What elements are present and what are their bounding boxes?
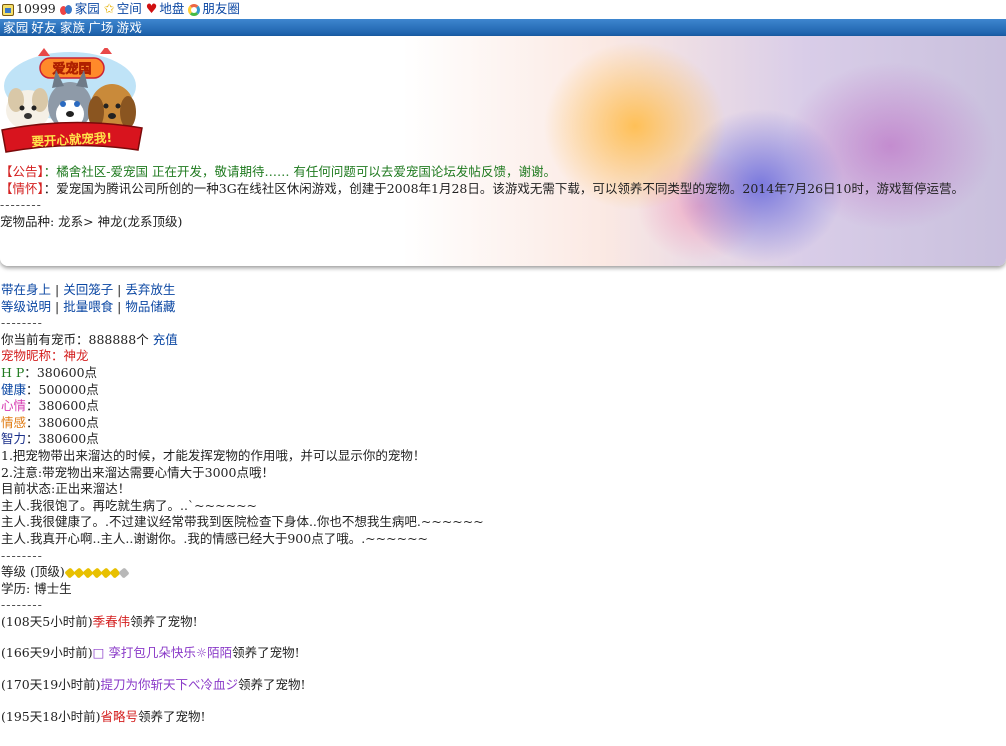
mood-value: 380600点 — [38, 398, 99, 414]
adoption-time: (195天18小时前) — [1, 708, 101, 724]
adoption-item: (170天19小时前)提刀为你斩天下べ冷血ジ领养了宠物! — [1, 677, 1006, 694]
adoption-suffix: 领养了宠物! — [232, 645, 300, 661]
batch-feed-link[interactable]: 批量喂食 — [63, 299, 113, 314]
adoption-suffix: 领养了宠物! — [130, 613, 198, 629]
stat-emotion: 情感：380600点 — [1, 414, 99, 430]
adoption-time: (170天19小时前) — [1, 677, 101, 693]
header-banner: 爱宠国 要开心就宠我! 【公告】：橘舍社区-爱宠国 正在开发，敬请期待…… 有任… — [0, 36, 1006, 266]
header-text: 【公告】：橘舍社区-爱宠国 正在开发，敬请期待…… 有任何问题可以去爱宠国论坛发… — [0, 164, 1006, 230]
family-garden-link[interactable]: 家园 — [59, 1, 100, 18]
iq-value: 380600点 — [38, 431, 99, 447]
adoption-item: (108天5小时前)季春伟领养了宠物! — [1, 614, 1006, 631]
nickname-label: 宠物昵称 — [1, 348, 52, 364]
education: 学历: 博士生 — [1, 580, 72, 596]
separator: -------- — [0, 197, 42, 213]
friends-circle-icon — [188, 3, 201, 16]
emotion-value: 380600点 — [38, 414, 99, 430]
stat-mood: 心情：380600点 — [1, 398, 99, 414]
adoption-item: (195天18小时前)省略号领养了宠物! — [1, 709, 1006, 726]
nickname-value: 神龙 — [63, 348, 89, 364]
health-value: 500000点 — [38, 381, 99, 397]
territory-label[interactable]: 地盘 — [159, 1, 184, 18]
heart-icon: ♥ — [145, 1, 158, 17]
stat-health: 健康：500000点 — [1, 381, 99, 397]
level-bones — [64, 564, 130, 579]
adoption-suffix: 领养了宠物! — [138, 708, 206, 724]
tip-2: 2.注意:带宠物出来溜达需要心情大于3000点哦！ — [1, 464, 274, 480]
notice-history: 【情怀】：爱宠国为腾讯公司所创的一种3G在线社区休闲游戏，创建于2008年1月2… — [0, 181, 1006, 198]
logo-title: 爱宠国 — [52, 61, 91, 77]
space-link[interactable]: ✩ 空间 — [104, 1, 142, 18]
release-pet-link[interactable]: 丢弃放生 — [125, 282, 175, 297]
space-label[interactable]: 空间 — [117, 1, 142, 18]
nav-family[interactable]: 家族 — [60, 20, 85, 35]
level-label: 等级 (顶级) — [1, 564, 65, 580]
adoption-time: (166天9小时前) — [1, 645, 93, 661]
coin-label: 你当前有宠币：888888个 — [1, 331, 149, 347]
territory-link[interactable]: ♥ 地盘 — [146, 1, 185, 18]
nav-games[interactable]: 游戏 — [117, 20, 142, 35]
top-link-bar: 10999 家园 ✩ 空间 ♥ 地盘 朋友圈 — [0, 0, 1006, 19]
tip-1: 1.把宠物带出来溜达的时候，才能发挥宠物的作用哦，并可以显示你的宠物！ — [1, 447, 426, 463]
pet-message-healthy: 主人.我很健康了。.不过建议经常带我到医院检查下身体..你也不想我生病吧.~~~… — [1, 514, 484, 530]
friends-circle-link[interactable]: 朋友圈 — [188, 1, 240, 18]
history-tag: 【情怀】 — [0, 180, 44, 196]
separator: -------- — [1, 547, 43, 563]
pet-level: 等级 (顶级) — [1, 564, 1006, 581]
stat-nickname: 宠物昵称：神龙 — [1, 348, 89, 364]
emotion-label: 情感 — [1, 414, 27, 430]
adopter-name[interactable]: 提刀为你斩天下べ冷血ジ — [101, 677, 239, 692]
carry-pet-link[interactable]: 带在身上 — [1, 282, 51, 297]
current-status: 目前状态:正出来溜达！ — [1, 481, 131, 497]
coin-balance: 你当前有宠币：888888个 充值 — [1, 332, 1006, 349]
nav-friends[interactable]: 好友 — [31, 20, 56, 35]
action-row-1: 带在身上 | 关回笼子 | 丢弃放生 — [1, 282, 176, 297]
adopter-name[interactable]: 省略号 — [101, 709, 139, 724]
stat-hp: H P：380600点 — [1, 364, 98, 380]
adopter-name[interactable]: □ 孪打包几朵快乐☼陌陌 — [93, 645, 233, 660]
user-id: 10999 — [16, 1, 56, 17]
level-bone-icon — [118, 567, 130, 579]
friends-circle-label[interactable]: 朋友圈 — [202, 1, 240, 18]
main-nav: 家园 好友 家族 广场 游戏 — [0, 19, 1006, 36]
notice-tag: 【公告】 — [0, 164, 44, 179]
health-label: 健康 — [1, 381, 27, 397]
pet-panel: 带在身上 | 关回笼子 | 丢弃放生 等级说明 | 批量喂食 | 物品储藏 --… — [0, 282, 1006, 725]
separator: -------- — [1, 597, 43, 613]
star-icon: ✩ — [103, 1, 115, 17]
family-garden-label[interactable]: 家园 — [75, 1, 100, 18]
nav-square[interactable]: 广场 — [88, 20, 113, 35]
user-home-link[interactable]: 10999 — [2, 1, 56, 18]
separator: -------- — [1, 315, 43, 331]
nav-home[interactable]: 家园 — [3, 20, 28, 35]
family-icon — [59, 4, 73, 16]
hp-label: H P — [1, 364, 25, 380]
notice-text: ：橘舍社区-爱宠国 正在开发，敬请期待…… 有任何问题可以去爱宠国论坛发帖反馈，… — [43, 164, 556, 179]
notice-announcement: 【公告】：橘舍社区-爱宠国 正在开发，敬请期待…… 有任何问题可以去爱宠国论坛发… — [0, 164, 1006, 181]
pet-breed: 宠物品种: 龙系> 神龙(龙系顶级) — [0, 213, 183, 229]
home-icon — [2, 3, 14, 16]
mood-label: 心情 — [1, 398, 27, 414]
adoption-item: (166天9小时前)□ 孪打包几朵快乐☼陌陌领养了宠物! — [1, 645, 1006, 662]
level-info-link[interactable]: 等级说明 — [1, 299, 51, 314]
cage-pet-link[interactable]: 关回笼子 — [63, 282, 113, 297]
aichongguo-logo: 爱宠国 要开心就宠我! — [1, 48, 143, 153]
iq-label: 智力 — [1, 431, 27, 447]
pet-message-happy: 主人.我真开心啊..主人..谢谢你。.我的情感已经大于900点了哦。.~~~~~… — [1, 530, 429, 546]
recharge-link[interactable]: 充值 — [153, 332, 178, 347]
stat-iq: 智力：380600点 — [1, 431, 99, 447]
adoption-time: (108天5小时前) — [1, 613, 93, 629]
adoption-suffix: 领养了宠物! — [238, 677, 306, 693]
item-storage-link[interactable]: 物品储藏 — [125, 299, 175, 314]
hp-value: 380600点 — [36, 364, 98, 380]
adopter-name[interactable]: 季春伟 — [93, 614, 131, 629]
action-row-2: 等级说明 | 批量喂食 | 物品储藏 — [1, 298, 176, 314]
pet-message-full: 主人.我很饱了。再吃就生病了。..`~~~~~~ — [1, 497, 258, 513]
pet-stats: 宠物昵称：神龙 H P：380600点 健康：500000点 心情：380600… — [1, 348, 1006, 448]
history-text: ：爱宠国为腾讯公司所创的一种3G在线社区休闲游戏，创建于2008年1月28日。该… — [43, 180, 964, 196]
